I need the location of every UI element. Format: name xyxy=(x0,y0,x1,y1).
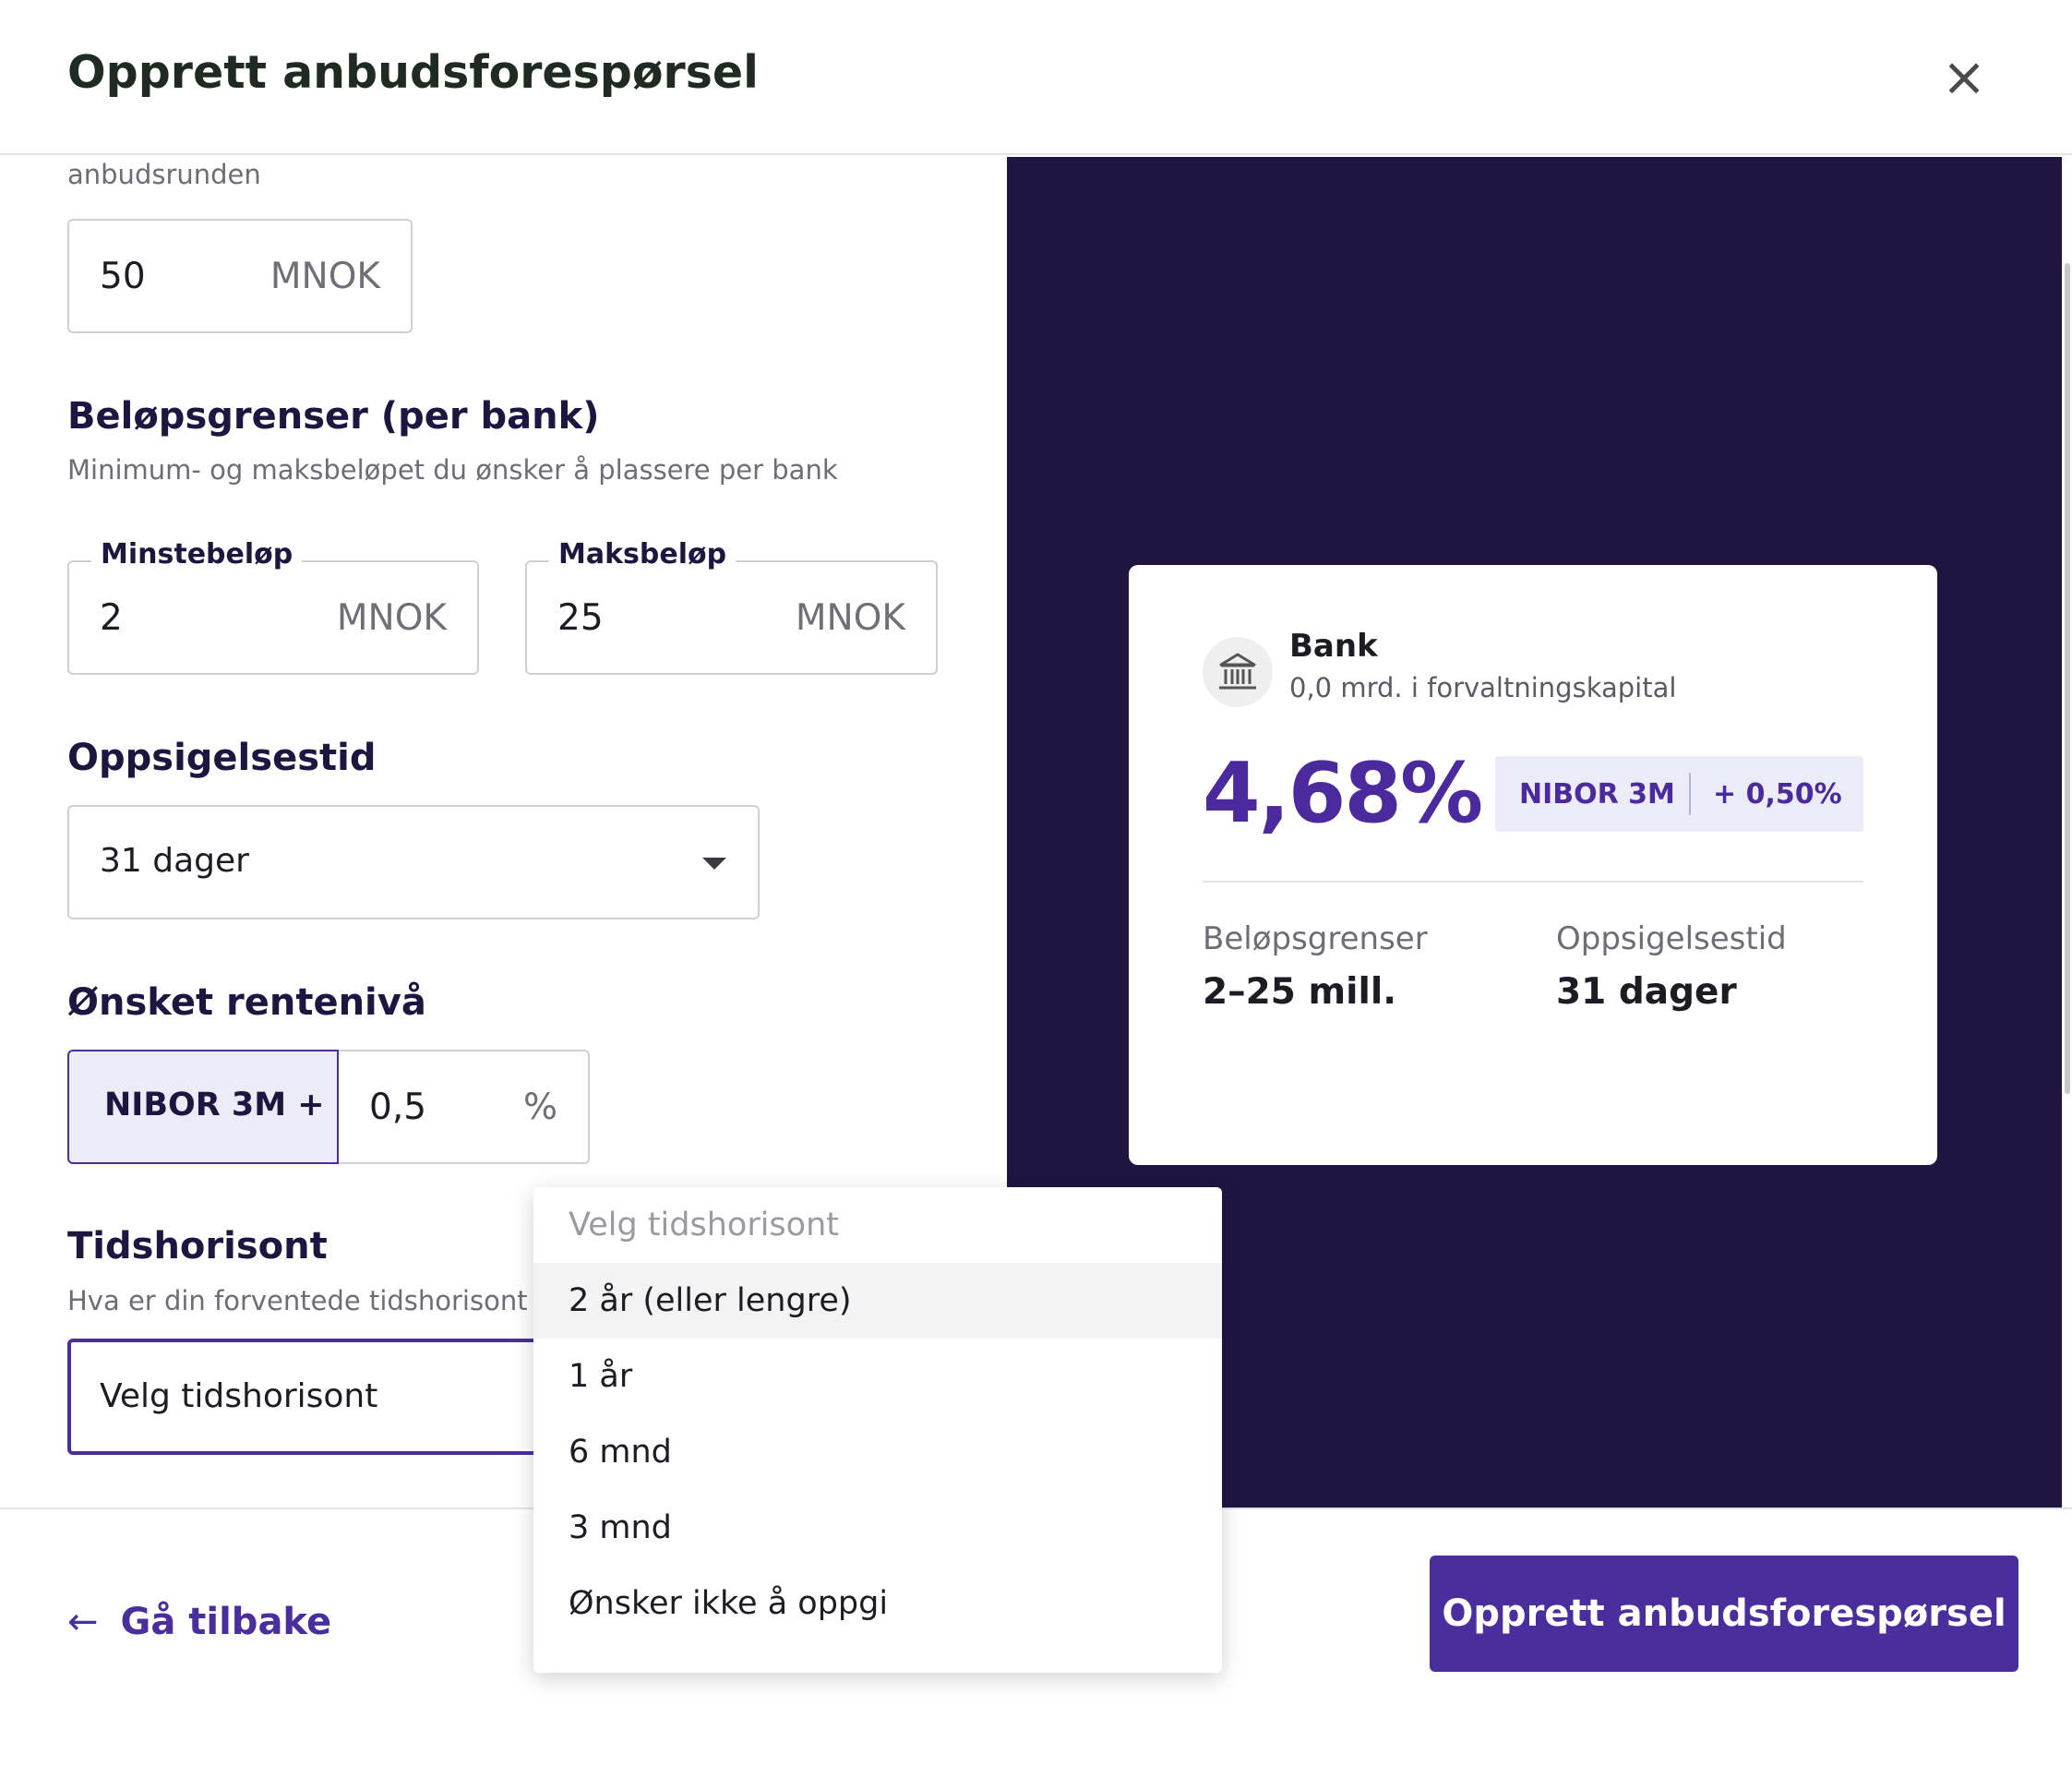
rate-reference-label: NIBOR 3M + xyxy=(104,1087,325,1123)
bank-capital: 0,0 mrd. i forvaltningskapital xyxy=(1289,672,1677,703)
rate-margin-unit: % xyxy=(522,1087,557,1128)
rate-margin: + 0,50% xyxy=(1713,778,1842,811)
arrow-left-icon: ← xyxy=(67,1601,99,1643)
total-amount-value: 50 xyxy=(100,256,146,297)
rate-reference-addon: NIBOR 3M + xyxy=(67,1050,339,1164)
horizon-option-not-specified[interactable]: Ønsker ikke å oppgi xyxy=(533,1566,1222,1641)
back-button-label: Gå tilbake xyxy=(120,1601,332,1643)
card-divider xyxy=(1203,881,1863,883)
horizon-option-placeholder: Velg tidshorisont xyxy=(569,1207,839,1243)
limits-description: Minimum- og maksbeløpet du ønsker å plas… xyxy=(67,454,838,486)
horizon-title: Tidshorisont xyxy=(67,1225,328,1267)
bank-name: Bank xyxy=(1289,628,1378,665)
total-amount-label: anbudsrunden xyxy=(67,159,261,190)
limits-title: Beløpsgrenser (per bank) xyxy=(67,395,600,438)
horizon-dropdown-menu: Velg tidshorisont 2 år (eller lengre) 1 … xyxy=(533,1187,1222,1673)
total-rate: 4,68% xyxy=(1203,745,1483,842)
rate-margin-input[interactable]: 0,5 % xyxy=(339,1050,590,1164)
rate-breakdown-badge: NIBOR 3M + 0,50% xyxy=(1495,756,1863,832)
back-button[interactable]: ← Gå tilbake xyxy=(67,1594,331,1650)
stat-notice-label: Oppsigelsestid xyxy=(1556,920,1787,957)
min-amount-value: 2 xyxy=(100,597,123,639)
horizon-description: Hva er din forventede tidshorisont xyxy=(67,1285,528,1316)
stat-limits-value: 2–25 mill. xyxy=(1203,971,1397,1013)
stat-limits-label: Beløpsgrenser xyxy=(1203,920,1428,957)
min-amount-unit: MNOK xyxy=(336,597,447,639)
rate-reference: NIBOR 3M xyxy=(1519,778,1675,811)
horizon-selected-value: Velg tidshorisont xyxy=(100,1377,378,1415)
total-amount-input[interactable]: 50 MNOK xyxy=(67,219,413,333)
horizon-option-3-months[interactable]: 3 mnd xyxy=(533,1490,1222,1566)
horizon-option-2-years[interactable]: 2 år (eller lengre) xyxy=(533,1263,1222,1339)
max-amount-unit: MNOK xyxy=(795,597,905,639)
scrollbar-thumb[interactable] xyxy=(2065,263,2070,1094)
badge-divider xyxy=(1689,773,1691,815)
min-amount-input[interactable]: Minstebeløp 2 MNOK xyxy=(67,538,479,675)
notice-title: Oppsigelsestid xyxy=(67,737,377,779)
max-amount-value: 25 xyxy=(557,597,604,639)
horizon-option-6-months[interactable]: 6 mnd xyxy=(533,1414,1222,1490)
notice-select[interactable]: 31 dager xyxy=(67,805,760,919)
close-icon[interactable]: × xyxy=(1938,46,1990,107)
max-amount-label: Maksbeløp xyxy=(549,538,737,571)
submit-button[interactable]: Opprett anbudsforespørsel xyxy=(1430,1556,2018,1672)
max-amount-input[interactable]: Maksbeløp 25 MNOK xyxy=(525,538,938,675)
stat-notice-value: 31 dager xyxy=(1556,971,1737,1013)
horizon-option-1-year[interactable]: 1 år xyxy=(533,1339,1222,1414)
total-amount-unit: MNOK xyxy=(269,256,380,297)
chevron-down-icon xyxy=(702,858,726,870)
offer-preview-card: Bank 0,0 mrd. i forvaltningskapital 4,68… xyxy=(1129,565,1937,1165)
notice-selected-value: 31 dager xyxy=(100,842,249,880)
min-amount-label: Minstebeløp xyxy=(91,538,303,571)
rate-title: Ønsket rentenivå xyxy=(67,981,426,1024)
modal-title: Opprett anbudsforespørsel xyxy=(67,46,759,99)
modal-header: Opprett anbudsforespørsel × xyxy=(0,0,2072,155)
rate-margin-value: 0,5 xyxy=(369,1087,427,1128)
bank-icon xyxy=(1203,637,1273,707)
